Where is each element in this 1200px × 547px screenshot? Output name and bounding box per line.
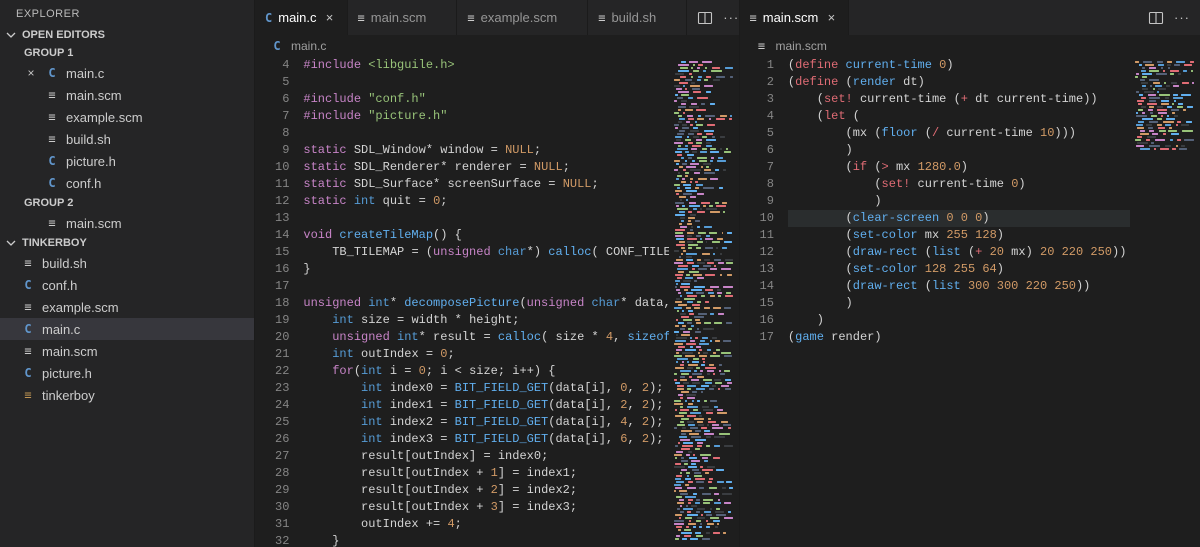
breadcrumbs-right[interactable]: ≡ main.scm bbox=[740, 35, 1200, 57]
close-icon[interactable]: × bbox=[824, 10, 838, 25]
file-icon: ≡ bbox=[20, 300, 36, 314]
editor-tab[interactable]: ≡ main.scm × bbox=[740, 0, 850, 35]
file-name: build.sh bbox=[66, 132, 111, 147]
file-name: conf.h bbox=[42, 278, 77, 293]
file-icon: ≡ bbox=[750, 11, 757, 25]
file-icon: C bbox=[265, 11, 272, 25]
workspace-section-header[interactable]: TINKERBOY bbox=[0, 234, 254, 252]
explorer-title: EXPLORER bbox=[0, 0, 254, 26]
file-icon: ≡ bbox=[44, 132, 60, 146]
file-row[interactable]: ≡ example.scm bbox=[0, 106, 254, 128]
breadcrumbs-left[interactable]: C main.c bbox=[255, 35, 739, 57]
more-actions-icon[interactable]: ··· bbox=[723, 10, 738, 25]
split-editor-icon[interactable] bbox=[1148, 10, 1164, 26]
code-content[interactable]: (define current-time 0)(define (render d… bbox=[788, 57, 1130, 547]
file-row[interactable]: ≡ tinkerboy bbox=[0, 384, 254, 406]
chevron-down-icon bbox=[4, 29, 18, 41]
file-row[interactable]: ≡ main.scm bbox=[0, 212, 254, 234]
group-1-label: GROUP 1 bbox=[0, 44, 254, 62]
file-name: main.scm bbox=[66, 216, 122, 231]
code-content[interactable]: #include <libguile.h> #include "conf.h"#… bbox=[303, 57, 668, 547]
chevron-down-icon bbox=[4, 237, 18, 249]
file-name: build.sh bbox=[42, 256, 87, 271]
file-row[interactable]: ≡ main.scm bbox=[0, 340, 254, 362]
file-row[interactable]: × Cmain.c bbox=[0, 62, 254, 84]
tab-label: build.sh bbox=[611, 10, 656, 25]
tab-label: example.scm bbox=[481, 10, 558, 25]
file-icon: ≡ bbox=[754, 39, 770, 53]
breadcrumb-label: main.scm bbox=[776, 39, 827, 53]
file-icon: ≡ bbox=[44, 88, 60, 102]
file-icon: ≡ bbox=[44, 216, 60, 230]
explorer-sidebar: EXPLORER OPEN EDITORS GROUP 1 × Cmain.c ≡ m… bbox=[0, 0, 254, 547]
editor-pane-left: Cmain.c×≡main.scm×≡example.scm×≡build.sh… bbox=[254, 0, 739, 547]
file-row[interactable]: Cmain.c bbox=[0, 318, 254, 340]
tab-actions-left: ··· bbox=[687, 0, 738, 35]
line-gutter: 1234567891011121314151617 bbox=[740, 57, 788, 547]
editor-tab[interactable]: ≡main.scm× bbox=[348, 0, 458, 35]
editor-tab[interactable]: ≡build.sh× bbox=[588, 0, 687, 35]
editors-region: Cmain.c×≡main.scm×≡example.scm×≡build.sh… bbox=[254, 0, 1200, 547]
split-editor-icon[interactable] bbox=[697, 10, 713, 26]
editor-tab[interactable]: Cmain.c × bbox=[255, 0, 348, 35]
file-icon: ≡ bbox=[20, 256, 36, 270]
file-icon: C bbox=[20, 278, 36, 292]
file-row[interactable]: Cconf.h bbox=[0, 172, 254, 194]
minimap-right[interactable] bbox=[1130, 57, 1200, 547]
file-name: conf.h bbox=[66, 176, 101, 191]
file-name: main.c bbox=[66, 66, 104, 81]
file-icon: ≡ bbox=[467, 11, 474, 25]
file-icon: C bbox=[44, 66, 60, 80]
minimap-left[interactable] bbox=[669, 57, 739, 547]
file-icon: ≡ bbox=[598, 11, 605, 25]
editor-pane-right: ≡ main.scm × ··· ≡ main.scm 12345678910111… bbox=[739, 0, 1200, 547]
file-icon: C bbox=[44, 154, 60, 168]
tab-bar-left: Cmain.c×≡main.scm×≡example.scm×≡build.sh… bbox=[255, 0, 739, 35]
file-name: picture.h bbox=[42, 366, 92, 381]
file-row[interactable]: Cpicture.h bbox=[0, 150, 254, 172]
more-actions-icon[interactable]: ··· bbox=[1174, 10, 1190, 25]
close-icon[interactable]: × bbox=[323, 10, 337, 25]
file-row[interactable]: ≡ build.sh bbox=[0, 252, 254, 274]
file-icon: ≡ bbox=[44, 110, 60, 124]
file-name: example.scm bbox=[66, 110, 143, 125]
file-row[interactable]: Cconf.h bbox=[0, 274, 254, 296]
workspace-label: TINKERBOY bbox=[22, 237, 87, 249]
file-name: picture.h bbox=[66, 154, 116, 169]
file-name: example.scm bbox=[42, 300, 119, 315]
file-name: tinkerboy bbox=[42, 388, 95, 403]
tab-bar-right: ≡ main.scm × ··· bbox=[740, 0, 1200, 35]
line-gutter: 4567891011121314151617181920212223242526… bbox=[255, 57, 303, 547]
file-row[interactable]: ≡ build.sh bbox=[0, 128, 254, 150]
editor-tab[interactable]: ≡example.scm× bbox=[457, 0, 588, 35]
open-editors-label: OPEN EDITORS bbox=[22, 29, 105, 41]
code-editor-right[interactable]: 1234567891011121314151617 (define curren… bbox=[740, 57, 1200, 547]
file-icon: C bbox=[20, 366, 36, 380]
tab-label: main.scm bbox=[371, 10, 427, 25]
file-name: main.c bbox=[42, 322, 80, 337]
file-row[interactable]: Cpicture.h bbox=[0, 362, 254, 384]
close-icon[interactable]: × bbox=[24, 66, 38, 80]
tab-label: main.c bbox=[278, 10, 316, 25]
file-icon: ≡ bbox=[20, 344, 36, 358]
file-row[interactable]: ≡ main.scm bbox=[0, 84, 254, 106]
open-editors-section-header[interactable]: OPEN EDITORS bbox=[0, 26, 254, 44]
file-name: main.scm bbox=[66, 88, 122, 103]
file-icon: C bbox=[20, 322, 36, 336]
file-icon: ≡ bbox=[358, 11, 365, 25]
code-editor-left[interactable]: 4567891011121314151617181920212223242526… bbox=[255, 57, 739, 547]
tab-label: main.scm bbox=[763, 10, 819, 25]
breadcrumb-label: main.c bbox=[291, 39, 326, 53]
file-row[interactable]: ≡ example.scm bbox=[0, 296, 254, 318]
tab-actions-right: ··· bbox=[1138, 0, 1200, 35]
file-name: main.scm bbox=[42, 344, 98, 359]
file-icon: ≡ bbox=[20, 388, 36, 402]
file-icon: C bbox=[44, 176, 60, 190]
file-icon: C bbox=[269, 39, 285, 53]
group-2-label: GROUP 2 bbox=[0, 194, 254, 212]
